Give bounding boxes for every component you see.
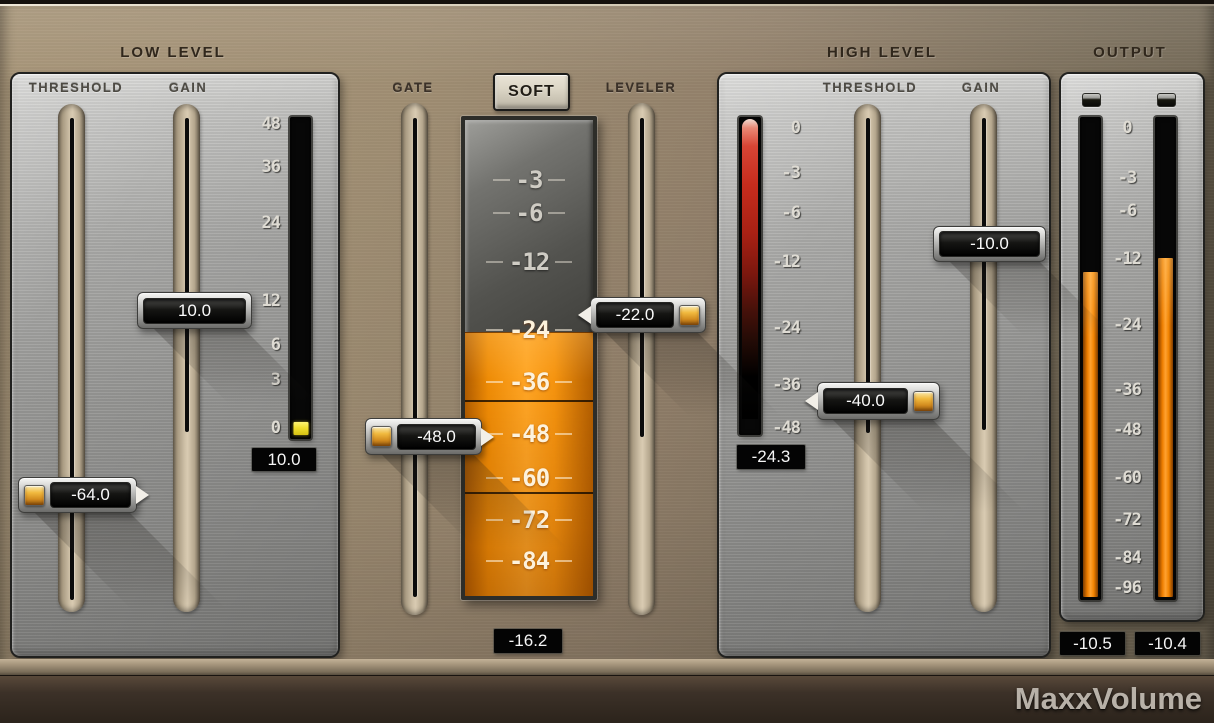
high-threshold-value[interactable]: -40.0	[823, 388, 908, 414]
soft-button[interactable]: SOFT	[493, 73, 570, 111]
low-threshold-value[interactable]: -64.0	[50, 482, 131, 508]
leveler-fader[interactable]	[628, 103, 655, 615]
energy-meter-threshold-line-lower	[465, 492, 593, 494]
gate-led-button[interactable]	[371, 426, 392, 447]
leveler-value[interactable]: -22.0	[596, 302, 674, 328]
low-threshold-label: THRESHOLD	[18, 80, 134, 95]
bottom-bevel-strip	[0, 659, 1214, 675]
brand-logo: MaxxVolume	[1015, 681, 1202, 717]
leveler-arrow-icon	[578, 306, 591, 324]
low-gain-meter-led	[293, 422, 308, 435]
high-gain-handle[interactable]: -10.0	[933, 226, 1046, 262]
low-threshold-led-button[interactable]	[24, 485, 45, 506]
output-readout-left[interactable]: -10.5	[1060, 632, 1125, 655]
output-meter-right	[1155, 117, 1176, 600]
leveler-handle[interactable]: -22.0	[590, 297, 706, 333]
high-level-meter	[739, 117, 761, 435]
low-gain-fader-slot	[185, 118, 189, 432]
maxxvolume-plugin-window: LOW LEVEL HIGH LEVEL OUTPUT THRESHOLD GA…	[0, 0, 1214, 723]
low-threshold-arrow-icon	[136, 486, 149, 504]
low-threshold-handle[interactable]: -64.0	[18, 477, 137, 513]
low-gain-label: GAIN	[150, 80, 226, 95]
low-gain-fader[interactable]	[173, 104, 200, 612]
high-level-meter-bar	[742, 119, 758, 419]
output-meter-left-bar	[1083, 272, 1098, 597]
high-gain-fader[interactable]	[970, 104, 997, 612]
output-title: OUTPUT	[1059, 44, 1201, 61]
low-level-title: LOW LEVEL	[10, 44, 336, 61]
high-gain-label: GAIN	[943, 80, 1019, 95]
output-clip-led-right[interactable]	[1157, 93, 1176, 107]
gate-arrow-icon	[481, 428, 494, 446]
high-threshold-handle[interactable]: -40.0	[817, 382, 940, 420]
gate-fader[interactable]	[401, 103, 428, 615]
high-threshold-led-button[interactable]	[913, 391, 934, 412]
energy-meter-face	[465, 120, 593, 596]
output-readout-right[interactable]: -10.4	[1135, 632, 1200, 655]
gate-handle[interactable]: -48.0	[365, 418, 482, 455]
energy-meter-threshold-line-upper	[465, 400, 593, 402]
low-threshold-fader[interactable]	[58, 104, 85, 612]
low-gain-handle[interactable]: 10.0	[137, 292, 252, 329]
low-gain-meter-readout[interactable]: 10.0	[252, 448, 316, 471]
high-level-title: HIGH LEVEL	[717, 44, 1047, 61]
window-top-highlight	[0, 4, 1214, 6]
gate-fader-slot	[413, 118, 417, 597]
leveler-label: LEVELER	[596, 80, 686, 95]
high-gain-fader-slot	[982, 118, 986, 430]
high-threshold-fader[interactable]	[854, 104, 881, 612]
leveler-led-button[interactable]	[679, 305, 700, 326]
leveler-fader-slot	[640, 118, 644, 437]
output-clip-led-left[interactable]	[1082, 93, 1101, 107]
gate-value[interactable]: -48.0	[397, 424, 476, 450]
energy-meter	[461, 116, 597, 600]
output-meter-right-bar	[1158, 258, 1173, 597]
high-level-meter-readout[interactable]: -24.3	[737, 445, 805, 469]
high-threshold-label: THRESHOLD	[812, 80, 928, 95]
high-gain-value[interactable]: -10.0	[939, 231, 1040, 257]
low-gain-meter	[290, 117, 311, 439]
high-level-panel	[717, 72, 1051, 658]
energy-meter-orange-zone	[465, 332, 593, 596]
low-gain-value[interactable]: 10.0	[143, 298, 246, 324]
output-meter-left	[1080, 117, 1101, 600]
high-threshold-arrow-icon	[805, 392, 818, 410]
energy-meter-readout[interactable]: -16.2	[494, 629, 562, 653]
low-threshold-fader-slot	[70, 118, 74, 600]
gate-label: GATE	[375, 80, 451, 95]
